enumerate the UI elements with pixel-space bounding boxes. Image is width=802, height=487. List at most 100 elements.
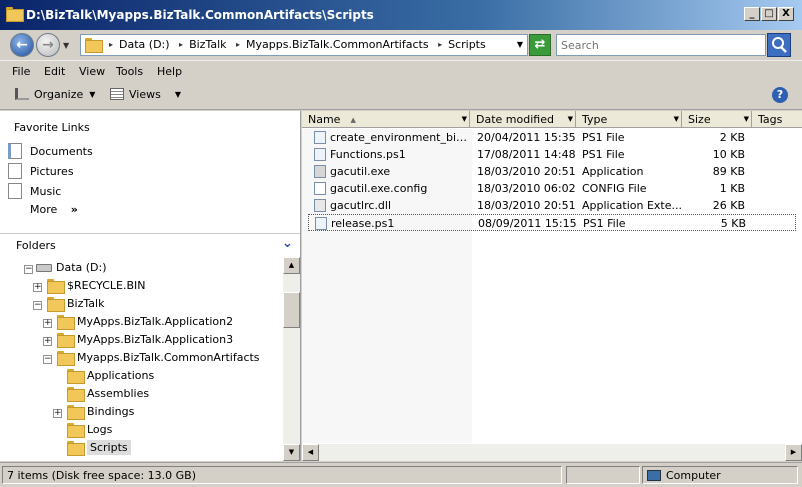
file-list-scrollbar[interactable]: ◀ ▶ bbox=[302, 444, 802, 461]
expand-icon[interactable]: + bbox=[53, 409, 62, 418]
minimize-button[interactable]: _ bbox=[744, 7, 760, 21]
chevron-right-icon[interactable]: ▸ bbox=[179, 40, 183, 49]
forward-button[interactable]: → bbox=[36, 33, 60, 57]
expand-icon[interactable]: + bbox=[33, 283, 42, 292]
history-dropdown-icon[interactable]: ▼ bbox=[63, 41, 69, 50]
scroll-thumb[interactable] bbox=[283, 292, 300, 328]
tree-node-applications[interactable]: Applications bbox=[67, 369, 154, 387]
menu-help[interactable]: Help bbox=[157, 65, 182, 78]
address-dropdown-icon[interactable]: ▼ bbox=[517, 40, 523, 49]
chevron-right-icon[interactable]: ▸ bbox=[109, 40, 113, 49]
tree-node-label: BizTalk bbox=[67, 297, 105, 310]
back-button[interactable]: ← bbox=[10, 33, 34, 57]
dll-file-icon bbox=[314, 199, 326, 212]
chevron-down-icon[interactable]: ▼ bbox=[568, 115, 573, 123]
column-name[interactable]: Name ▲ ▼ bbox=[302, 111, 470, 128]
column-tags[interactable]: Tags bbox=[752, 111, 802, 128]
table-row[interactable]: create_environment_bindi... 20/04/2011 1… bbox=[308, 129, 796, 146]
expand-icon[interactable]: + bbox=[43, 319, 52, 328]
command-toolbar: Organize ▼ Views ▼ ? bbox=[0, 82, 802, 110]
column-header: Name ▲ ▼ Date modified ▼ Type ▼ Size ▼ Tags bbox=[302, 111, 802, 128]
column-type[interactable]: Type ▼ bbox=[576, 111, 682, 128]
chevron-right-icon[interactable]: ▸ bbox=[438, 40, 442, 49]
tree-node-data-d[interactable]: − Data (D:) bbox=[24, 261, 107, 279]
scroll-right-icon[interactable]: ▶ bbox=[785, 444, 802, 461]
favorite-pictures[interactable]: Pictures bbox=[8, 163, 74, 179]
tree-node-label: MyApps.BizTalk.Application2 bbox=[77, 315, 234, 328]
tree-node-label-selected: Scripts bbox=[87, 440, 131, 455]
tree-node-scripts[interactable]: Scripts bbox=[67, 440, 131, 459]
tree-scrollbar[interactable]: ▲ ▼ bbox=[283, 257, 300, 461]
tree-node-application2[interactable]: + MyApps.BizTalk.Application2 bbox=[43, 315, 233, 333]
views-button[interactable]: Views ▼ bbox=[110, 88, 181, 101]
file-name: Functions.ps1 bbox=[330, 148, 406, 161]
table-row[interactable]: gacutil.exe.config 18/03/2010 06:02 CONF… bbox=[308, 180, 796, 197]
music-icon bbox=[8, 183, 22, 199]
menu-edit[interactable]: Edit bbox=[44, 65, 65, 78]
table-row-selected[interactable]: release.ps1 08/09/2011 15:15 PS1 File 5 … bbox=[308, 214, 796, 231]
search-input[interactable] bbox=[556, 34, 766, 56]
collapse-icon[interactable]: − bbox=[33, 301, 42, 310]
tree-node-bindings[interactable]: + Bindings bbox=[53, 405, 134, 423]
column-label: Date modified bbox=[476, 113, 554, 126]
file-date: 08/09/2011 15:15 bbox=[478, 217, 577, 230]
help-button[interactable]: ? bbox=[772, 87, 788, 103]
chevron-right-icon[interactable]: ▸ bbox=[236, 40, 240, 49]
ps1-file-icon bbox=[314, 131, 326, 144]
search-button[interactable] bbox=[767, 33, 791, 57]
file-date: 18/03/2010 06:02 bbox=[477, 182, 576, 195]
close-button[interactable]: X bbox=[778, 7, 794, 21]
column-date-modified[interactable]: Date modified ▼ bbox=[470, 111, 576, 128]
collapse-chevron-icon[interactable]: ⌄ bbox=[282, 236, 293, 251]
breadcrumb-scripts[interactable]: Scripts bbox=[448, 38, 486, 51]
table-row[interactable]: gacutil.exe 18/03/2010 20:51 Application… bbox=[308, 163, 796, 180]
file-type: PS1 File bbox=[583, 217, 626, 230]
breadcrumb-commonartifacts[interactable]: Myapps.BizTalk.CommonArtifacts bbox=[246, 38, 429, 51]
tree-node-assemblies[interactable]: Assemblies bbox=[67, 387, 149, 405]
ps1-file-icon bbox=[315, 217, 327, 230]
status-bar: 7 items (Disk free space: 13.0 GB) Compu… bbox=[0, 462, 802, 487]
folder-icon bbox=[85, 38, 103, 53]
scroll-left-icon[interactable]: ◀ bbox=[302, 444, 319, 461]
file-date: 18/03/2010 20:51 bbox=[477, 199, 576, 212]
favorite-more[interactable]: More » bbox=[30, 203, 78, 216]
favorite-links-title: Favorite Links bbox=[14, 121, 90, 134]
config-file-icon bbox=[314, 182, 326, 195]
tree-node-label: Bindings bbox=[87, 405, 135, 418]
tree-node-commonartifacts[interactable]: − Myapps.BizTalk.CommonArtifacts bbox=[43, 351, 260, 369]
refresh-button[interactable]: ⇄ bbox=[529, 34, 551, 56]
table-row[interactable]: Functions.ps1 17/08/2011 14:48 PS1 File … bbox=[308, 146, 796, 163]
menu-tools[interactable]: Tools bbox=[116, 65, 143, 78]
column-size[interactable]: Size ▼ bbox=[682, 111, 752, 128]
table-row[interactable]: gacutlrc.dll 18/03/2010 20:51 Applicatio… bbox=[308, 197, 796, 214]
chevron-down-icon[interactable]: ▼ bbox=[462, 115, 467, 123]
breadcrumb-drive[interactable]: Data (D:) bbox=[119, 38, 170, 51]
tree-node-recycle-bin[interactable]: + $RECYCLE.BIN bbox=[33, 279, 145, 297]
chevron-down-icon[interactable]: ▼ bbox=[674, 115, 679, 123]
tree-node-logs[interactable]: Logs bbox=[67, 423, 112, 441]
menu-view[interactable]: View bbox=[79, 65, 105, 78]
tree-node-biztalk[interactable]: − BizTalk bbox=[33, 297, 104, 315]
folders-header[interactable]: Folders ⌄ bbox=[0, 233, 300, 257]
favorite-label: Pictures bbox=[30, 165, 74, 178]
menu-file[interactable]: File bbox=[12, 65, 30, 78]
chevron-down-icon[interactable]: ▼ bbox=[744, 115, 749, 123]
expand-icon[interactable]: + bbox=[43, 337, 52, 346]
title-bar[interactable]: D:\BizTalk\Myapps.BizTalk.CommonArtifact… bbox=[0, 0, 802, 30]
scroll-down-icon[interactable]: ▼ bbox=[283, 444, 300, 461]
collapse-icon[interactable]: − bbox=[24, 265, 33, 274]
tree-node-application3[interactable]: + MyApps.BizTalk.Application3 bbox=[43, 333, 233, 351]
favorite-music[interactable]: Music bbox=[8, 183, 61, 199]
scroll-up-icon[interactable]: ▲ bbox=[283, 257, 300, 274]
folder-tree: − Data (D:) + $RECYCLE.BIN − BizTalk + M… bbox=[0, 257, 282, 461]
breadcrumb-biztalk[interactable]: BizTalk bbox=[189, 38, 226, 51]
folder-icon bbox=[57, 351, 75, 366]
address-toolbar: ← → ▼ ▸ Data (D:) ▸ BizTalk ▸ Myapps.BizTal… bbox=[0, 30, 802, 60]
collapse-icon[interactable]: − bbox=[43, 355, 52, 364]
favorite-documents[interactable]: Documents bbox=[8, 143, 93, 159]
maximize-button[interactable]: □ bbox=[761, 7, 777, 21]
organize-button[interactable]: Organize ▼ bbox=[15, 88, 95, 101]
window-title: D:\BizTalk\Myapps.BizTalk.CommonArtifact… bbox=[26, 8, 374, 22]
application-icon bbox=[314, 165, 326, 178]
address-field[interactable]: ▸ Data (D:) ▸ BizTalk ▸ Myapps.BizTalk.Comm… bbox=[80, 34, 528, 56]
